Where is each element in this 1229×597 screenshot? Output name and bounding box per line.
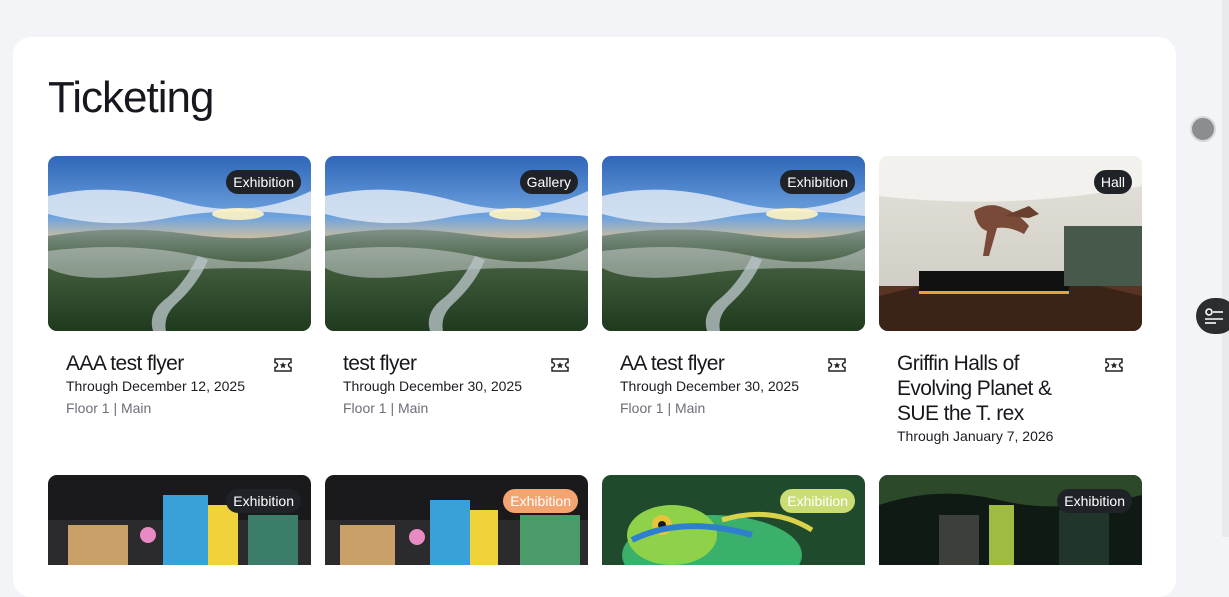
page-title: Ticketing <box>48 73 214 122</box>
filter-button[interactable] <box>1196 298 1229 334</box>
event-card[interactable]: Exhibition AAA test flyer Through Decemb… <box>48 156 311 417</box>
card-image[interactable]: Hall <box>879 156 1142 331</box>
event-card[interactable]: Exhibition <box>325 475 588 565</box>
card-title[interactable]: test flyer <box>343 351 538 376</box>
category-badge: Exhibition <box>503 489 578 513</box>
card-location: Floor 1 | Main <box>66 400 152 416</box>
card-location: Floor 1 | Main <box>620 400 706 416</box>
card-date: Through December 30, 2025 <box>620 378 799 394</box>
card-image[interactable]: Exhibition <box>602 156 865 331</box>
category-badge: Exhibition <box>226 170 301 194</box>
event-card[interactable]: Gallery test flyer Through December 30, … <box>325 156 588 417</box>
category-badge: Hall <box>1093 170 1132 194</box>
category-badge: Exhibition <box>226 489 301 513</box>
ticket-icon[interactable] <box>274 358 292 372</box>
event-card[interactable]: Exhibition AA test flyer Through Decembe… <box>602 156 865 417</box>
card-image[interactable]: Gallery <box>325 156 588 331</box>
event-card[interactable]: Hall Griffin Halls of Evolving Planet & … <box>879 156 1142 445</box>
category-badge: Exhibition <box>780 489 855 513</box>
card-location: Floor 1 | Main <box>343 400 429 416</box>
category-badge: Exhibition <box>1057 489 1132 513</box>
event-card[interactable]: Exhibition <box>879 475 1142 565</box>
card-date: Through December 12, 2025 <box>66 378 245 394</box>
event-card[interactable]: Exhibition <box>602 475 865 565</box>
card-title[interactable]: AAA test flyer <box>66 351 261 376</box>
card-title[interactable]: AA test flyer <box>620 351 815 376</box>
category-badge: Gallery <box>519 170 578 194</box>
card-image[interactable]: Exhibition <box>48 475 311 565</box>
ticket-icon[interactable] <box>1105 358 1123 372</box>
event-card[interactable]: Exhibition <box>48 475 311 565</box>
card-image[interactable]: Exhibition <box>602 475 865 565</box>
card-image[interactable]: Exhibition <box>48 156 311 331</box>
card-date: Through January 7, 2026 <box>897 428 1054 444</box>
card-image[interactable]: Exhibition <box>325 475 588 565</box>
page-scrollbar-track <box>1222 0 1229 537</box>
scroll-thumb[interactable] <box>1190 116 1216 142</box>
ticket-icon[interactable] <box>828 358 846 372</box>
filter-list-icon <box>1205 308 1223 324</box>
category-badge: Exhibition <box>780 170 855 194</box>
card-image[interactable]: Exhibition <box>879 475 1142 565</box>
card-title[interactable]: Griffin Halls of Evolving Planet & SUE t… <box>897 351 1092 426</box>
card-date: Through December 30, 2025 <box>343 378 522 394</box>
ticket-icon[interactable] <box>551 358 569 372</box>
